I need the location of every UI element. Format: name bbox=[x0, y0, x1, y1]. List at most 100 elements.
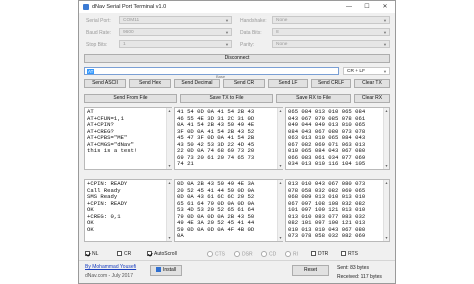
checkbox-icon bbox=[341, 251, 346, 257]
line-ending-value: CR + LF bbox=[347, 69, 365, 74]
divider bbox=[79, 260, 395, 261]
send-ascii-button[interactable]: Send ASCII bbox=[84, 79, 126, 88]
send-hex-button[interactable]: Send Hex bbox=[129, 79, 171, 88]
save-tx-button[interactable]: Save TX to File bbox=[180, 94, 273, 103]
chevron-down-icon: ▼ bbox=[383, 69, 387, 74]
command-input-value: AT bbox=[87, 69, 95, 74]
chevron-down-icon: ▼ bbox=[225, 30, 229, 35]
rts-checkbox[interactable]: RTS bbox=[341, 251, 358, 257]
terminal-window: dNav Serial Port Terminal v1.0 — ☐ ✕ Ser… bbox=[78, 0, 396, 284]
led-icon bbox=[207, 251, 213, 257]
parity-label: Parity: bbox=[240, 42, 255, 48]
handshake-select[interactable]: None ▼ bbox=[272, 16, 390, 24]
window-title: dNav Serial Port Terminal v1.0 bbox=[92, 4, 167, 10]
serial-port-select[interactable]: COM11 ▼ bbox=[119, 16, 232, 24]
scroll-down-icon[interactable]: ▼ bbox=[167, 163, 172, 169]
checkbox-icon bbox=[311, 251, 316, 257]
baud-rate-value: 9600 bbox=[123, 30, 134, 35]
led-icon bbox=[285, 251, 291, 257]
parity-value: None bbox=[276, 42, 288, 47]
send-lf-button[interactable]: Send LF bbox=[268, 79, 308, 88]
chevron-down-icon: ▼ bbox=[225, 18, 229, 23]
install-button[interactable]: Install bbox=[150, 265, 182, 276]
dtr-checkbox[interactable]: DTR bbox=[311, 251, 328, 257]
serial-port-label: Serial Port: bbox=[86, 18, 111, 24]
scroll-up-icon[interactable]: ▲ bbox=[384, 180, 389, 186]
autoscroll-label: AutoScroll bbox=[154, 251, 177, 257]
disconnect-button[interactable]: Disconnect bbox=[84, 54, 390, 63]
scroll-up-icon[interactable]: ▲ bbox=[278, 180, 283, 186]
autoscroll-checkbox[interactable]: AutoScroll bbox=[147, 251, 177, 257]
app-icon bbox=[83, 4, 89, 10]
credit-text: dNav.com - July 2017 bbox=[85, 273, 133, 279]
cd-indicator: CD bbox=[261, 251, 276, 257]
scroll-up-icon[interactable]: ▲ bbox=[278, 108, 283, 114]
rx-ascii-scrollbar[interactable]: ▲ ▼ bbox=[166, 180, 172, 241]
minimize-button[interactable]: — bbox=[341, 2, 357, 12]
checkbox-icon bbox=[117, 251, 122, 257]
handshake-label: Handshake: bbox=[240, 18, 267, 24]
install-label: Install bbox=[162, 267, 177, 273]
close-button[interactable]: ✕ bbox=[377, 2, 393, 12]
stop-bits-select[interactable]: 1 ▼ bbox=[119, 40, 232, 48]
scroll-down-icon[interactable]: ▼ bbox=[167, 235, 172, 241]
rts-label: RTS bbox=[348, 251, 358, 257]
check-icon bbox=[147, 251, 152, 257]
tx-decimal-scrollbar[interactable]: ▲ ▼ bbox=[383, 108, 389, 169]
scroll-up-icon[interactable]: ▲ bbox=[167, 108, 172, 114]
cr-checkbox[interactable]: CR bbox=[117, 251, 131, 257]
stop-bits-value: 1 bbox=[123, 42, 126, 47]
clear-rx-button[interactable]: Clear RX bbox=[354, 94, 390, 103]
rx-decimal-scrollbar[interactable]: ▲ ▼ bbox=[383, 180, 389, 241]
cts-label: CTS bbox=[215, 251, 225, 258]
tx-ascii-scrollbar[interactable]: ▲ ▼ bbox=[166, 108, 172, 169]
baud-rate-select[interactable]: 9600 ▼ bbox=[119, 28, 232, 36]
cr-label: CR bbox=[124, 251, 132, 257]
author-link[interactable]: By Mohammad Yousefi bbox=[85, 264, 136, 270]
scroll-down-icon[interactable]: ▼ bbox=[384, 163, 389, 169]
tx-decimal-pane[interactable]: 065 084 013 010 065 084 043 067 070 085 … bbox=[285, 107, 390, 170]
send-decimal-button[interactable]: Send Decimal bbox=[174, 79, 220, 88]
data-bits-select[interactable]: 8 ▼ bbox=[272, 28, 390, 36]
rx-ascii-pane[interactable]: +CPIN: READY Call Ready SMS Ready +CPIN:… bbox=[84, 179, 172, 242]
dtr-label: DTR bbox=[318, 251, 329, 257]
rx-hex-pane[interactable]: 0D 0A 2B 43 50 49 4E 3A 20 52 45 41 44 5… bbox=[174, 179, 283, 242]
reset-button[interactable]: Reset bbox=[292, 265, 329, 276]
tx-hex-pane[interactable]: 41 54 0D 0A 41 54 2B 43 46 55 4E 3D 31 2… bbox=[174, 107, 283, 170]
title-bar: dNav Serial Port Terminal v1.0 — ☐ ✕ bbox=[79, 1, 395, 13]
scroll-down-icon[interactable]: ▼ bbox=[278, 235, 283, 241]
tx-ascii-pane[interactable]: AT AT+CFUN=1,1 AT+CPIN? AT+CREG? AT+CPBS… bbox=[84, 107, 172, 170]
send-from-file-button[interactable]: Send From File bbox=[84, 94, 177, 103]
received-bytes: Received: 117 bytes bbox=[337, 274, 382, 280]
tx-hex-scrollbar[interactable]: ▲ ▼ bbox=[277, 108, 283, 169]
scroll-down-icon[interactable]: ▼ bbox=[278, 163, 283, 169]
nl-checkbox[interactable]: NL bbox=[85, 251, 98, 257]
handshake-value: None bbox=[276, 18, 288, 23]
ri-indicator: RI bbox=[285, 251, 298, 257]
chevron-down-icon: ▼ bbox=[383, 30, 387, 35]
scroll-down-icon[interactable]: ▼ bbox=[384, 235, 389, 241]
clear-tx-button[interactable]: Clear TX bbox=[354, 79, 390, 88]
rx-decimal-pane[interactable]: 013 010 043 067 080 073 078 058 032 082 … bbox=[285, 179, 390, 242]
rx-hex-scrollbar[interactable]: ▲ ▼ bbox=[277, 180, 283, 241]
send-cr-button[interactable]: Send CR bbox=[223, 79, 265, 88]
dsr-indicator: DSR bbox=[234, 251, 253, 257]
scroll-up-icon[interactable]: ▲ bbox=[167, 180, 172, 186]
chevron-down-icon: ▼ bbox=[383, 18, 387, 23]
data-bits-label: Data Bits: bbox=[240, 30, 262, 36]
scroll-up-icon[interactable]: ▲ bbox=[384, 108, 389, 114]
stop-bits-label: Stop Bits: bbox=[86, 42, 108, 48]
send-crlf-button[interactable]: Send CRLF bbox=[311, 79, 351, 88]
parity-select[interactable]: None ▼ bbox=[272, 40, 390, 48]
led-icon bbox=[261, 251, 267, 257]
led-icon bbox=[234, 251, 240, 257]
install-icon bbox=[155, 267, 161, 273]
chevron-down-icon: ▼ bbox=[225, 42, 229, 47]
line-ending-select[interactable]: CR + LF ▼ bbox=[343, 67, 390, 75]
save-rx-button[interactable]: Save RX to File bbox=[276, 94, 351, 103]
command-input[interactable]: AT bbox=[84, 67, 339, 75]
data-bits-value: 8 bbox=[276, 30, 279, 35]
baud-rate-label: Baud Rate: bbox=[86, 30, 112, 36]
maximize-button[interactable]: ☐ bbox=[359, 2, 375, 12]
nl-label: NL bbox=[92, 251, 99, 257]
